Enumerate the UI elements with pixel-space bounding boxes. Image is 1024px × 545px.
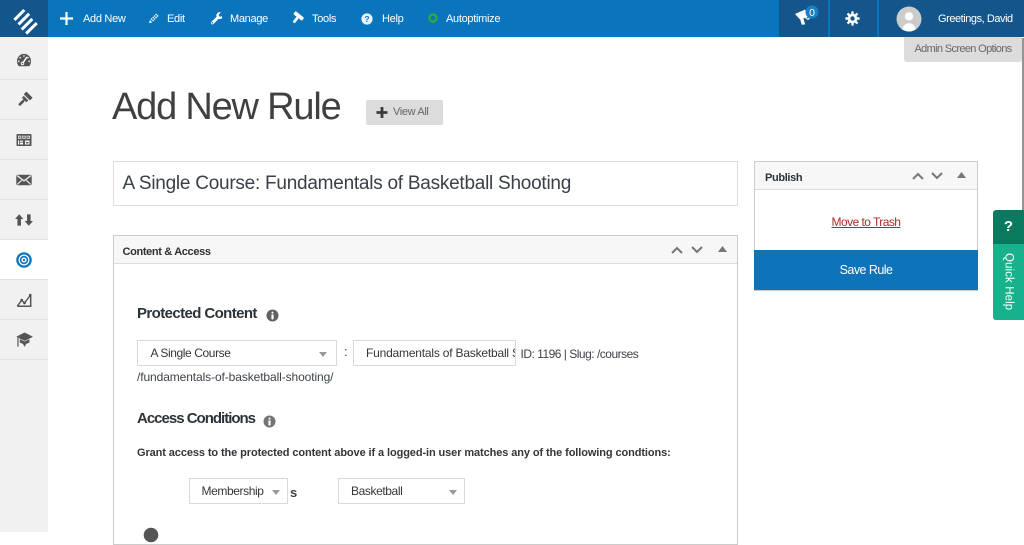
- svg-text:?: ?: [364, 14, 369, 24]
- svg-text:0: 0: [809, 7, 815, 19]
